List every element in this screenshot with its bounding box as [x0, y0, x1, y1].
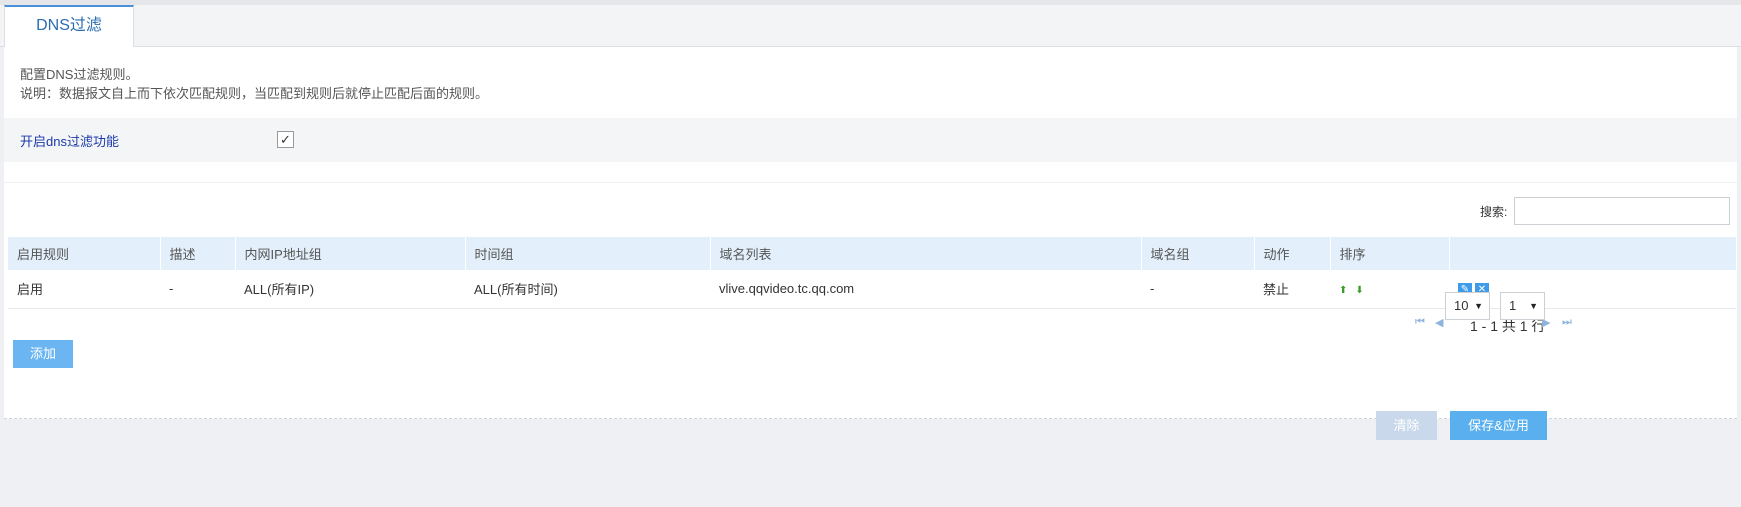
chevron-down-icon: ▼	[1529, 301, 1538, 311]
enable-dns-filter-checkbox[interactable]: ✓	[277, 131, 294, 148]
cell-ip-group: ALL(所有IP)	[235, 270, 465, 309]
divider	[4, 182, 1737, 183]
search-input[interactable]	[1514, 197, 1730, 225]
content-panel: 配置DNS过滤规则。 说明：数据报文自上而下依次匹配规则，当匹配到规则后就停止匹…	[4, 47, 1737, 419]
prev-page-icon[interactable]: ◀	[1435, 316, 1443, 329]
clear-button[interactable]: 清除	[1376, 411, 1437, 440]
add-button[interactable]: 添加	[13, 340, 73, 368]
description-line-1: 配置DNS过滤规则。	[20, 67, 139, 82]
header-order: 排序	[1330, 237, 1450, 270]
cell-desc: -	[160, 270, 235, 309]
header-enabled: 启用规则	[8, 237, 161, 270]
header-desc: 描述	[160, 237, 236, 270]
header-domain-group: 域名组	[1141, 237, 1255, 270]
move-up-icon[interactable]: ⬆	[1339, 285, 1347, 296]
table-header-row: 启用规则 描述 内网IP地址组 时间组 域名列表 域名组 动作 排序	[8, 237, 1737, 270]
description: 配置DNS过滤规则。 说明：数据报文自上而下依次匹配规则，当匹配到规则后就停止匹…	[20, 65, 488, 103]
page-number-value: 1	[1509, 298, 1517, 313]
cell-time-group: ALL(所有时间)	[465, 270, 710, 309]
header-ip-group: 内网IP地址组	[235, 237, 466, 270]
enable-row: 开启dns过滤功能 ✓	[4, 118, 1737, 162]
cell-domain-group: -	[1141, 270, 1254, 309]
cell-domains: vlive.qqvideo.tc.qq.com	[710, 270, 1141, 309]
header-operations	[1449, 237, 1737, 270]
chevron-down-icon: ▼	[1474, 301, 1483, 311]
page-size-select[interactable]: 10 ▼	[1445, 292, 1490, 320]
page-number-select[interactable]: 1 ▼	[1500, 292, 1545, 320]
header-domains: 域名列表	[710, 237, 1142, 270]
page-size-value: 10	[1454, 298, 1469, 313]
search-label: 搜索:	[1480, 205, 1508, 219]
first-page-icon[interactable]: ⏮	[1415, 316, 1425, 329]
enable-dns-filter-label: 开启dns过滤功能	[20, 134, 119, 149]
header-action: 动作	[1254, 237, 1331, 270]
cell-enabled: 启用	[8, 270, 160, 309]
cell-action: 禁止	[1254, 270, 1330, 309]
cell-operations: ✎ ✕	[1449, 270, 1736, 309]
save-apply-button[interactable]: 保存&应用	[1450, 411, 1547, 440]
tab-dns-filter[interactable]: DNS过滤	[4, 5, 134, 48]
cell-order: ⬆ ⬇	[1330, 270, 1449, 309]
move-down-icon[interactable]: ⬇	[1355, 285, 1363, 296]
description-line-2: 说明：数据报文自上而下依次匹配规则，当匹配到规则后就停止匹配后面的规则。	[20, 86, 489, 101]
header-time-group: 时间组	[465, 237, 711, 270]
tab-bar: DNS过滤	[0, 5, 1741, 48]
last-page-icon[interactable]: ⏭	[1562, 316, 1572, 329]
